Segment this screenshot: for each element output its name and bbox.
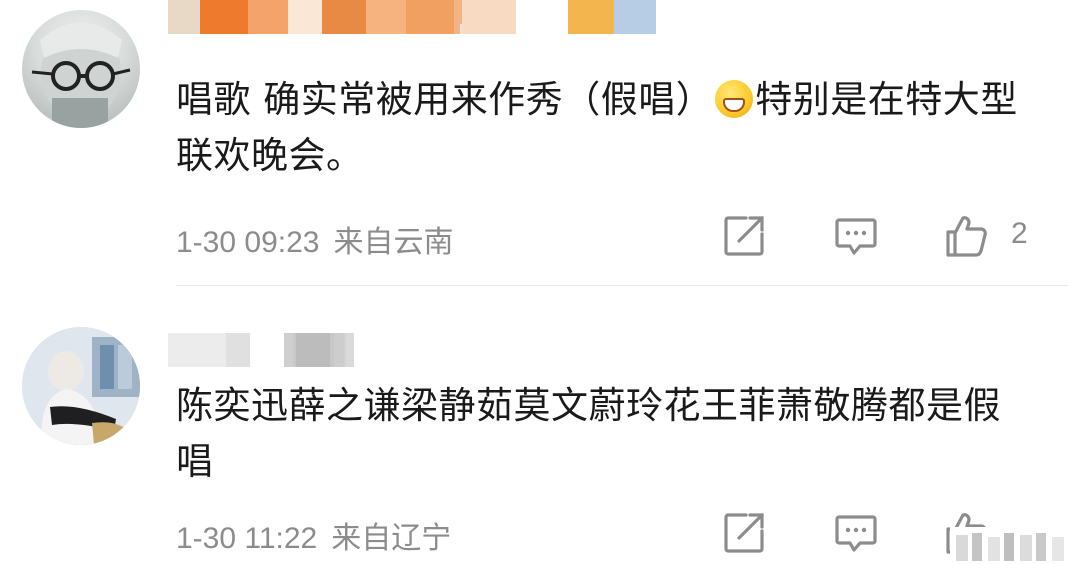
comment-date: 1-30 09:23 (176, 226, 320, 259)
like-button[interactable] (944, 214, 988, 258)
grinning-face-icon (715, 80, 754, 118)
comment-button[interactable] (834, 214, 878, 258)
comment-text: 陈奕迅薛之谦梁静茹莫文蔚玲花王菲萧敬腾都是假唱 (176, 384, 1001, 483)
comment-text-part: 唱歌 确实常被用来作秀（假唱） (176, 78, 714, 121)
share-button[interactable] (722, 511, 766, 555)
share-button[interactable] (722, 214, 766, 258)
share-edit-icon (724, 513, 764, 553)
like-count-censored (950, 527, 1068, 564)
comment-meta: 1-30 11:22 来自辽宁 (176, 513, 451, 557)
avatar-image (31, 22, 131, 128)
divider (176, 285, 1068, 286)
comment-meta: 1-30 09:23 来自云南 (176, 217, 453, 261)
avatar-image (22, 327, 140, 445)
comment-location: 来自辽宁 (331, 522, 452, 555)
comment-button[interactable] (834, 511, 878, 555)
avatar[interactable] (22, 327, 140, 445)
comment-bubble-icon (835, 515, 877, 552)
share-edit-icon (724, 216, 764, 256)
comment-item: 唱歌 确实常被用来作秀（假唱） 特别是在特大型联欢晚会。 1-30 09:23 来自… (0, 0, 1068, 286)
comment-date: 1-30 11:22 (176, 522, 318, 555)
comment-location: 来自云南 (333, 226, 454, 259)
comment-bubble-icon (835, 218, 877, 255)
comment-item: 陈奕迅薛之谦梁静茹莫文蔚玲花王菲萧敬腾都是假唱 1-30 11:22 来自辽宁 (0, 287, 1068, 564)
avatar[interactable] (22, 10, 140, 128)
like-count: 2 (1011, 217, 1028, 250)
thumbs-up-icon (946, 216, 987, 257)
comment-text: 唱歌 确实常被用来作秀（假唱） 特别是在特大型联欢晚会。 (176, 72, 1036, 184)
